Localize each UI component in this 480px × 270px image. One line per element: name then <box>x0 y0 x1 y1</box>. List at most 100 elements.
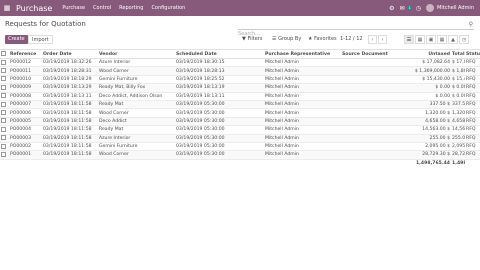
table-row[interactable]: PO00003 03/19/2019 18:11:58 Azure Interior… <box>0 134 480 143</box>
row-checkbox[interactable] <box>0 100 9 110</box>
calendar-view-icon[interactable]: ▣ <box>426 35 436 44</box>
row-checkbox[interactable] <box>0 150 9 160</box>
row-checkbox[interactable] <box>0 75 9 85</box>
row-checkbox[interactable] <box>0 134 9 143</box>
checkbox[interactable] <box>1 84 6 90</box>
checkbox[interactable] <box>1 101 6 107</box>
cell-source-document <box>341 142 397 152</box>
cell-reference: PO00003 <box>9 134 42 143</box>
menu-purchase[interactable]: Purchase <box>62 5 85 11</box>
table-row[interactable]: PO00012 03/19/2019 18:32:26 Azure Interior… <box>0 58 480 68</box>
cell-status: RFQ <box>465 150 480 160</box>
filters-button[interactable]: ▼ Filters <box>242 35 262 44</box>
column-header-status[interactable]: Status <box>465 49 480 59</box>
cell-vendor: Deco Addict, Addison Olson <box>98 92 175 101</box>
row-checkbox[interactable] <box>0 142 9 152</box>
clock-icon[interactable]: ◷ <box>416 5 421 12</box>
row-checkbox[interactable] <box>0 66 9 76</box>
search-icon[interactable]: ⚲ <box>469 21 473 28</box>
checkbox[interactable] <box>1 59 6 65</box>
table-row[interactable]: PO00007 03/19/2019 18:11:58 Ready Mat 03/19… <box>0 100 480 110</box>
checkbox[interactable] <box>1 110 6 116</box>
checkbox[interactable] <box>1 135 6 141</box>
checkbox[interactable] <box>1 151 6 157</box>
avatar[interactable] <box>426 4 435 12</box>
table-row[interactable]: PO00008 03/19/2019 18:13:11 Deco Addict, A… <box>0 92 480 101</box>
column-header-untaxed[interactable]: Untaxed <box>397 49 451 59</box>
checkbox[interactable] <box>1 76 6 82</box>
user-menu[interactable]: Mitchell Admin <box>437 5 474 11</box>
create-button[interactable]: Create <box>5 35 28 44</box>
cell-untaxed: $ 17,082.64 <box>397 58 451 68</box>
cell-scheduled-date: 03/19/2019 05:30:00 <box>175 117 264 127</box>
activity-view-icon[interactable]: ◷ <box>459 35 469 44</box>
checkbox[interactable] <box>1 68 6 74</box>
pager-previous-icon[interactable]: ‹ <box>368 35 377 44</box>
row-checkbox[interactable] <box>0 125 9 135</box>
pager-value[interactable]: 1-12 / 12 <box>340 35 363 44</box>
cell-order-date: 03/19/2019 18:32:26 <box>42 58 98 68</box>
cell-scheduled-date: 03/19/2019 18:25:52 <box>175 75 264 85</box>
cell-status: RFQ <box>465 66 480 76</box>
graph-view-icon[interactable]: ▲ <box>448 35 458 44</box>
select-all-checkbox[interactable] <box>0 49 9 59</box>
column-header-source-document[interactable]: Source Document <box>341 49 397 59</box>
table-row[interactable]: PO00009 03/19/2019 18:13:29 Ready Mat, Bil… <box>0 83 480 93</box>
cell-scheduled-date: 03/19/2019 18:28:13 <box>175 66 264 76</box>
cell-scheduled-date: 03/19/2019 05:30:00 <box>175 125 264 135</box>
checkbox[interactable] <box>1 126 6 132</box>
column-header-total[interactable]: Total <box>451 49 465 59</box>
menu-configuration[interactable]: Configuration <box>151 5 185 11</box>
row-checkbox[interactable] <box>0 58 9 68</box>
menu-reporting[interactable]: Reporting <box>119 5 143 11</box>
row-checkbox[interactable] <box>0 117 9 127</box>
table-row[interactable]: PO00001 03/19/2019 18:11:58 Wood Corner 03/… <box>0 150 480 160</box>
cell-untaxed: 4,658.00 $ <box>397 117 451 127</box>
cell-reference: PO00012 <box>9 58 42 68</box>
cell-total: $ 0.00 <box>451 83 465 93</box>
top-navbar: ▦ Purchase Purchase Control Reporting Co… <box>0 0 480 16</box>
row-checkbox[interactable] <box>0 108 9 118</box>
import-button[interactable]: Import <box>28 35 53 44</box>
column-header-reference[interactable]: Reference <box>9 49 42 59</box>
table-row[interactable]: PO00002 03/19/2019 18:11:58 Gemini Furnitu… <box>0 142 480 152</box>
table-row[interactable]: PO00005 03/19/2019 18:11:58 Deco Addict 03/… <box>0 117 480 127</box>
cell-source-document <box>341 75 397 85</box>
group-by-label: Group By <box>278 36 302 42</box>
checkbox[interactable] <box>1 93 6 99</box>
table-row[interactable]: PO00011 03/19/2019 18:28:31 Wood Corner 03/… <box>0 66 480 76</box>
bug-icon[interactable]: ⚙ <box>389 5 394 12</box>
apps-grid-icon[interactable]: ▦ <box>0 0 14 16</box>
cell-purchase-rep: Mitchell Admin <box>264 58 341 68</box>
row-checkbox[interactable] <box>0 92 9 101</box>
cell-status: RFQ <box>465 83 480 93</box>
cell-source-document <box>341 150 397 160</box>
checkbox[interactable] <box>1 143 6 149</box>
cell-reference: PO00002 <box>9 142 42 152</box>
cell-reference: PO00001 <box>9 150 42 160</box>
pivot-view-icon[interactable]: ▦ <box>437 35 447 44</box>
column-header-order-date[interactable]: Order Date <box>42 49 98 59</box>
app-brand[interactable]: Purchase <box>16 4 52 13</box>
column-header-purchase-rep[interactable]: Purchase Representative <box>264 49 341 59</box>
cell-purchase-rep: Mitchell Admin <box>264 108 341 118</box>
favorites-button[interactable]: ★ Favorites <box>308 35 337 44</box>
cell-scheduled-date: 03/19/2019 05:30:00 <box>175 108 264 118</box>
row-checkbox[interactable] <box>0 83 9 93</box>
column-header-scheduled-date[interactable]: Scheduled Date <box>175 49 264 59</box>
chat-icon[interactable]: ✉ <box>400 5 405 12</box>
cell-vendor: Deco Addict <box>98 117 175 127</box>
group-by-button[interactable]: ☰ Group By <box>272 35 301 44</box>
pager-next-icon[interactable]: › <box>378 35 387 44</box>
cell-purchase-rep: Mitchell Admin <box>264 150 341 160</box>
menu-control[interactable]: Control <box>93 5 111 11</box>
cell-vendor: Ready Mat <box>98 100 175 110</box>
kanban-view-icon[interactable]: ▦ <box>415 35 425 44</box>
column-header-vendor[interactable]: Vendor <box>98 49 175 59</box>
table-row[interactable]: PO00010 03/19/2019 18:18:29 Gemini Furnitu… <box>0 75 480 85</box>
table-row[interactable]: PO00004 03/19/2019 18:11:58 Ready Mat 03/19… <box>0 125 480 135</box>
list-view-icon[interactable]: ☰ <box>404 35 414 44</box>
checkbox[interactable] <box>1 118 6 124</box>
checkbox[interactable] <box>1 51 6 56</box>
table-row[interactable]: PO00006 03/19/2019 18:11:58 Wood Corner 03/… <box>0 108 480 118</box>
